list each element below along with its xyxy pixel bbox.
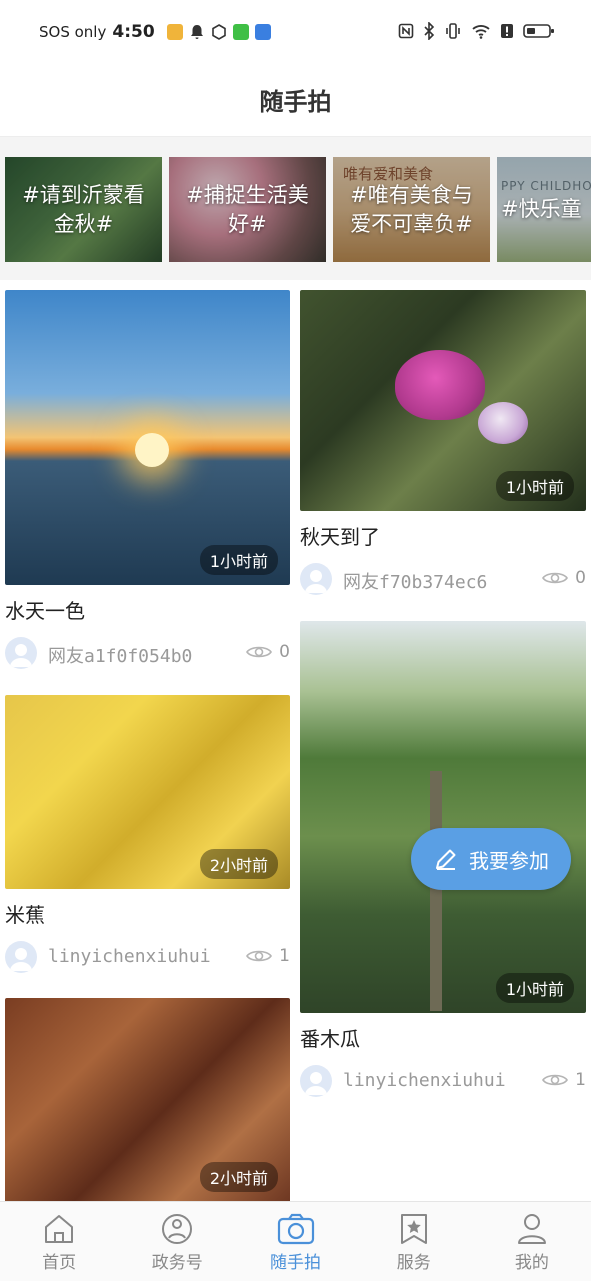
- tab-label: 服务: [396, 1253, 431, 1273]
- post-author[interactable]: 网友a1f0f054b0: [48, 642, 192, 668]
- topic-banner-3[interactable]: 唯有爱和美食 #唯有美食与爱不可辜负#: [333, 157, 490, 262]
- join-button[interactable]: 我要参加: [411, 828, 571, 890]
- tab-profile[interactable]: 我的: [473, 1202, 591, 1281]
- post-image[interactable]: 1小时前: [300, 621, 586, 1013]
- page-title: 随手拍: [259, 88, 332, 116]
- sun-graphic: [135, 433, 169, 467]
- post-title[interactable]: 秋天到了: [300, 523, 586, 551]
- post-image[interactable]: 2小时前: [5, 998, 290, 1201]
- post-image[interactable]: 1小时前: [5, 290, 290, 585]
- wifi-icon: [472, 25, 490, 39]
- view-count-value: 1: [279, 946, 290, 966]
- topic-label: #请到沂蒙看金秋#: [5, 157, 162, 262]
- post-time-badge: 1小时前: [495, 973, 574, 1003]
- post-meta: linyichenxiuhui 1: [5, 941, 290, 977]
- eye-icon: [246, 950, 273, 962]
- avatar[interactable]: [5, 637, 37, 669]
- package-icon: [211, 24, 226, 40]
- post-title[interactable]: 番木瓜: [300, 1025, 586, 1053]
- post-time-badge: 2小时前: [199, 1162, 278, 1192]
- camera-icon: [277, 1213, 314, 1245]
- bluetooth-icon: [424, 22, 435, 40]
- tab-snapshot[interactable]: 随手拍: [236, 1202, 354, 1281]
- bell-icon: [190, 25, 203, 39]
- flower-graphic: [478, 402, 528, 444]
- join-button-label: 我要参加: [469, 848, 549, 873]
- pencil-icon: [436, 849, 456, 870]
- post-image[interactable]: 1小时前: [300, 290, 586, 511]
- vibrate-icon: [446, 23, 460, 39]
- post-meta: linyichenxiuhui 1: [300, 1065, 586, 1101]
- tab-label: 随手拍: [270, 1253, 321, 1273]
- carrier-text: SOS only: [39, 23, 107, 41]
- topic-label: #捕捉生活美好#: [169, 157, 326, 262]
- post-card[interactable]: 1小时前 水天一色 网友a1f0f054b0 0: [5, 290, 290, 673]
- post-author[interactable]: 网友f70b374ec6: [343, 568, 487, 594]
- post-meta: 网友f70b374ec6 0: [300, 563, 586, 599]
- photo-feed[interactable]: 1小时前 水天一色 网友a1f0f054b0 0 2小时前 米蕉 linyich…: [0, 280, 591, 1201]
- post-card[interactable]: 1小时前 秋天到了 网友f70b374ec6 0: [300, 290, 586, 599]
- view-count-value: 0: [279, 642, 290, 662]
- view-count: 0: [246, 642, 290, 662]
- tab-home[interactable]: 首页: [0, 1202, 118, 1281]
- post-meta: 网友a1f0f054b0 0: [5, 637, 290, 673]
- alert-icon: [501, 24, 513, 38]
- post-title[interactable]: 水天一色: [5, 597, 290, 625]
- tab-label: 政务号: [151, 1253, 203, 1273]
- tab-label: 我的: [514, 1253, 549, 1273]
- profile-icon: [517, 1214, 546, 1244]
- home-icon: [45, 1215, 74, 1243]
- bottom-tab-bar: 首页 政务号 随手拍 服务 我的: [0, 1201, 591, 1281]
- post-card[interactable]: 2小时前 米蕉 linyichenxiuhui 1: [5, 695, 290, 977]
- post-time-badge: 1小时前: [199, 545, 278, 575]
- battery-icon: [523, 24, 554, 38]
- tab-service[interactable]: 服务: [355, 1202, 473, 1281]
- title-bar: 随手拍: [0, 66, 591, 137]
- service-star-icon: [400, 1214, 427, 1244]
- post-time-badge: 1小时前: [495, 471, 574, 501]
- government-icon: [162, 1214, 193, 1244]
- eye-icon: [542, 1074, 569, 1086]
- post-image[interactable]: 2小时前: [5, 695, 290, 889]
- clock: 4:50: [112, 22, 155, 42]
- post-author[interactable]: linyichenxiuhui: [48, 946, 211, 967]
- app-blue-icon: [254, 24, 271, 40]
- post-card[interactable]: 2小时前: [5, 998, 290, 1201]
- post-title[interactable]: 米蕉: [5, 901, 290, 929]
- topic-banner-1[interactable]: #请到沂蒙看金秋#: [5, 157, 162, 262]
- app-notification-icon: [166, 24, 183, 40]
- wechat-icon: [232, 24, 249, 40]
- topic-banner-4[interactable]: PPY CHILDHO #快乐童: [497, 157, 591, 262]
- view-count: 0: [542, 568, 586, 588]
- avatar[interactable]: [5, 941, 37, 973]
- status-bar: SOS only 4:50: [0, 0, 591, 66]
- avatar[interactable]: [300, 563, 332, 595]
- avatar[interactable]: [300, 1065, 332, 1097]
- nfc-icon: [398, 23, 414, 39]
- topic-label: #唯有美食与爱不可辜负#: [333, 157, 490, 262]
- eye-icon: [246, 646, 273, 658]
- topic-banner-2[interactable]: #捕捉生活美好#: [169, 157, 326, 262]
- tab-label: 首页: [42, 1253, 77, 1273]
- view-count-value: 0: [575, 568, 586, 588]
- post-time-badge: 2小时前: [199, 849, 278, 879]
- tab-government[interactable]: 政务号: [118, 1202, 236, 1281]
- view-count-value: 1: [575, 1070, 586, 1090]
- topic-banner-strip[interactable]: #请到沂蒙看金秋# #捕捉生活美好# 唯有爱和美食 #唯有美食与爱不可辜负# P…: [0, 137, 591, 280]
- tree-trunk-graphic: [430, 771, 442, 1011]
- flower-graphic: [395, 350, 485, 420]
- view-count: 1: [542, 1070, 586, 1090]
- view-count: 1: [246, 946, 290, 966]
- topic-label: #快乐童: [497, 157, 591, 262]
- post-author[interactable]: linyichenxiuhui: [343, 1070, 506, 1091]
- eye-icon: [542, 572, 569, 584]
